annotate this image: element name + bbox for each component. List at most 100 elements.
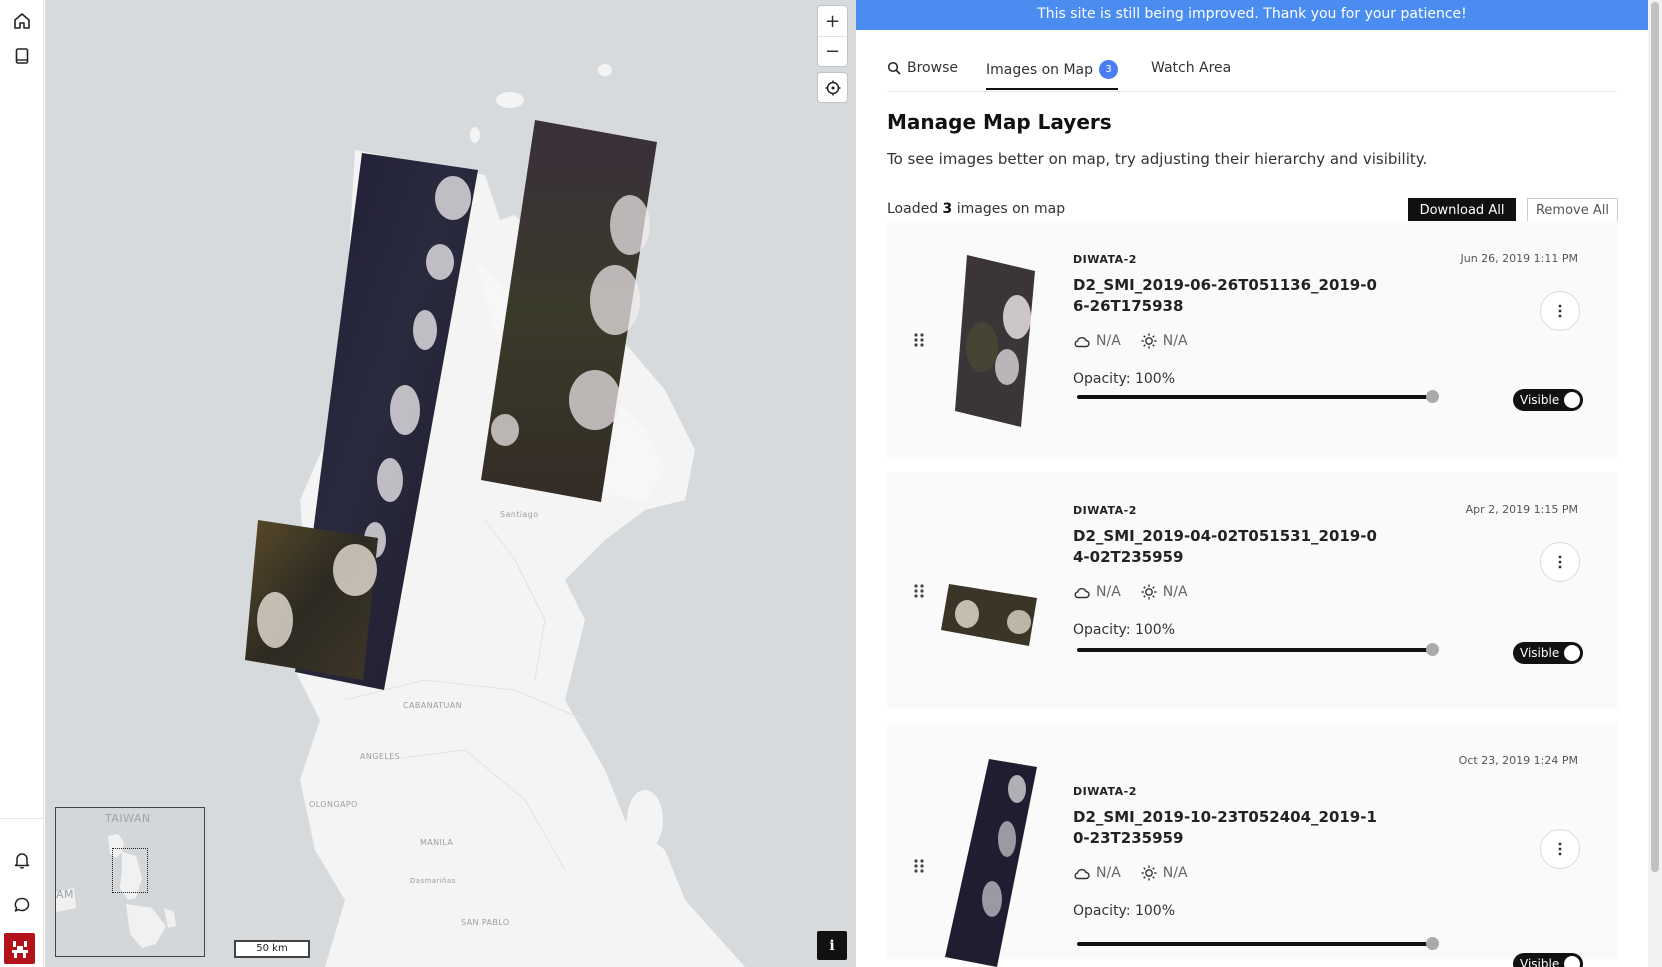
loaded-prefix: Loaded xyxy=(887,201,939,217)
cloud-cover-value: N/A xyxy=(1096,865,1121,881)
map-label-cabanatuan: CABANATUAN xyxy=(403,701,463,710)
visibility-toggle-label: Visible xyxy=(1520,393,1560,407)
map-label-angeles: ANGELES xyxy=(360,752,401,761)
scrollbar-thumb[interactable] xyxy=(1651,2,1659,872)
search-icon xyxy=(887,61,901,75)
satellite-name: DIWATA-2 xyxy=(1073,504,1137,517)
cloud-icon xyxy=(1074,868,1090,879)
more-vertical-icon xyxy=(1558,304,1562,318)
drag-handle-icon[interactable] xyxy=(911,331,927,349)
opacity-slider-knob[interactable] xyxy=(1426,390,1439,403)
zoom-in-button[interactable]: + xyxy=(818,6,847,36)
tab-bar: Browse Images on Map 3 Watch Area xyxy=(887,52,1617,92)
book-icon[interactable] xyxy=(8,42,36,70)
satellite-name: DIWATA-2 xyxy=(1073,785,1137,798)
map-label-dasmarinas: Dasmariñas xyxy=(410,877,456,885)
scale-bar: 50 km xyxy=(234,940,310,958)
more-vertical-icon xyxy=(1558,842,1562,856)
side-panel: This site is still being improved. Thank… xyxy=(856,0,1648,967)
zoom-out-button[interactable]: − xyxy=(818,36,847,66)
cloud-cover-value: N/A xyxy=(1096,584,1121,600)
visibility-toggle-label: Visible xyxy=(1520,646,1560,660)
sun-icon xyxy=(1141,865,1157,881)
tab-watch-area-label: Watch Area xyxy=(1151,60,1232,76)
capture-date: Jun 26, 2019 1:11 PM xyxy=(1460,252,1579,265)
bell-icon[interactable] xyxy=(8,846,36,874)
rail-divider xyxy=(0,818,44,819)
loaded-summary: Loaded 3 images on map xyxy=(887,201,1065,217)
opacity-slider[interactable] xyxy=(1077,390,1439,403)
map-label-santiago: Santiago xyxy=(500,510,539,519)
opacity-slider[interactable] xyxy=(1077,643,1439,656)
minimap-label-taiwan: TAIWAN xyxy=(105,812,151,825)
left-rail xyxy=(0,0,44,967)
cloud-icon xyxy=(1074,587,1090,598)
zoom-control: + − xyxy=(818,6,847,66)
visibility-toggle[interactable]: Visible xyxy=(1513,642,1583,664)
tab-watch-area[interactable]: Watch Area xyxy=(1151,60,1231,76)
remove-all-button[interactable]: Remove All xyxy=(1527,198,1618,223)
drag-handle-icon[interactable] xyxy=(911,582,927,600)
image-layer-card[interactable]: DIWATA-2 Apr 2, 2019 1:15 PM D2_SMI_2019… xyxy=(887,472,1618,708)
image-name: D2_SMI_2019-04-02T051531_2019-04-02T2359… xyxy=(1073,527,1377,566)
visibility-toggle[interactable]: Visible xyxy=(1513,389,1583,411)
opacity-slider[interactable] xyxy=(1077,937,1439,950)
overview-minimap[interactable]: TAIWAN AM xyxy=(55,807,205,957)
locate-button[interactable] xyxy=(818,73,847,102)
panel-scrollbar[interactable] xyxy=(1648,0,1662,967)
more-options-button[interactable] xyxy=(1540,291,1580,331)
image-metrics: N/A N/A xyxy=(1073,333,1202,349)
image-metrics: N/A N/A xyxy=(1073,584,1202,600)
map-view[interactable]: Santiago CABANATUAN ANGELES OLONGAPO MAN… xyxy=(45,0,856,967)
map-label-san-pablo: SAN PABLO xyxy=(461,918,510,927)
visibility-toggle[interactable]: Visible xyxy=(1513,953,1583,967)
image-thumbnail xyxy=(945,759,1037,967)
opacity-slider-knob[interactable] xyxy=(1426,937,1439,950)
image-metrics: N/A N/A xyxy=(1073,865,1202,881)
drag-handle-icon[interactable] xyxy=(911,857,927,875)
map-label-olongapo: OLONGAPO xyxy=(309,800,358,809)
loaded-count: 3 xyxy=(942,201,953,217)
crosshair-icon xyxy=(825,80,840,95)
image-thumbnail xyxy=(955,255,1035,427)
more-vertical-icon xyxy=(1558,555,1562,569)
opacity-label: Opacity: 100% xyxy=(1073,903,1176,919)
capture-date: Oct 23, 2019 1:24 PM xyxy=(1458,754,1578,767)
toggle-knob xyxy=(1564,392,1580,408)
sun-elevation-value: N/A xyxy=(1162,584,1188,600)
map-label-manila: MANILA xyxy=(420,838,454,847)
image-layer-card[interactable]: DIWATA-2 Oct 23, 2019 1:24 PM D2_SMI_201… xyxy=(887,723,1618,967)
sun-elevation-value: N/A xyxy=(1162,865,1188,881)
more-options-button[interactable] xyxy=(1540,542,1580,582)
cloud-cover-value: N/A xyxy=(1096,333,1121,349)
image-thumbnail xyxy=(941,584,1037,646)
download-all-button[interactable]: Download All xyxy=(1408,198,1516,223)
notice-banner: This site is still being improved. Thank… xyxy=(856,0,1648,30)
sun-icon xyxy=(1141,584,1157,600)
image-name: D2_SMI_2019-06-26T051136_2019-06-26T1759… xyxy=(1073,276,1377,315)
image-layer-card[interactable]: DIWATA-2 Jun 26, 2019 1:11 PM D2_SMI_201… xyxy=(887,221,1618,457)
opacity-label: Opacity: 100% xyxy=(1073,371,1176,387)
opacity-label: Opacity: 100% xyxy=(1073,622,1176,638)
chat-icon[interactable] xyxy=(8,891,36,919)
home-icon[interactable] xyxy=(8,7,36,35)
satellite-name: DIWATA-2 xyxy=(1073,253,1137,266)
loaded-suffix: images on map xyxy=(956,201,1066,217)
tab-browse[interactable]: Browse xyxy=(887,60,958,76)
opacity-slider-knob[interactable] xyxy=(1426,643,1439,656)
minimap-viewport-box xyxy=(112,848,148,893)
toggle-knob xyxy=(1564,956,1580,967)
image-name: D2_SMI_2019-10-23T052404_2019-10-23T2359… xyxy=(1073,808,1377,847)
cloud-icon xyxy=(1074,336,1090,347)
sun-elevation-value: N/A xyxy=(1162,333,1188,349)
tab-browse-label: Browse xyxy=(907,60,958,76)
toggle-knob xyxy=(1564,645,1580,661)
info-button[interactable]: i xyxy=(817,931,847,960)
minimap-label-am: AM xyxy=(56,888,75,901)
tab-images-on-map-label: Images on Map xyxy=(986,61,1094,78)
more-options-button[interactable] xyxy=(1540,829,1580,869)
tab-images-on-map[interactable]: Images on Map 3 xyxy=(986,60,1119,90)
capture-date: Apr 2, 2019 1:15 PM xyxy=(1465,503,1578,516)
page-title: Manage Map Layers xyxy=(887,110,1112,134)
user-avatar[interactable] xyxy=(4,933,35,964)
